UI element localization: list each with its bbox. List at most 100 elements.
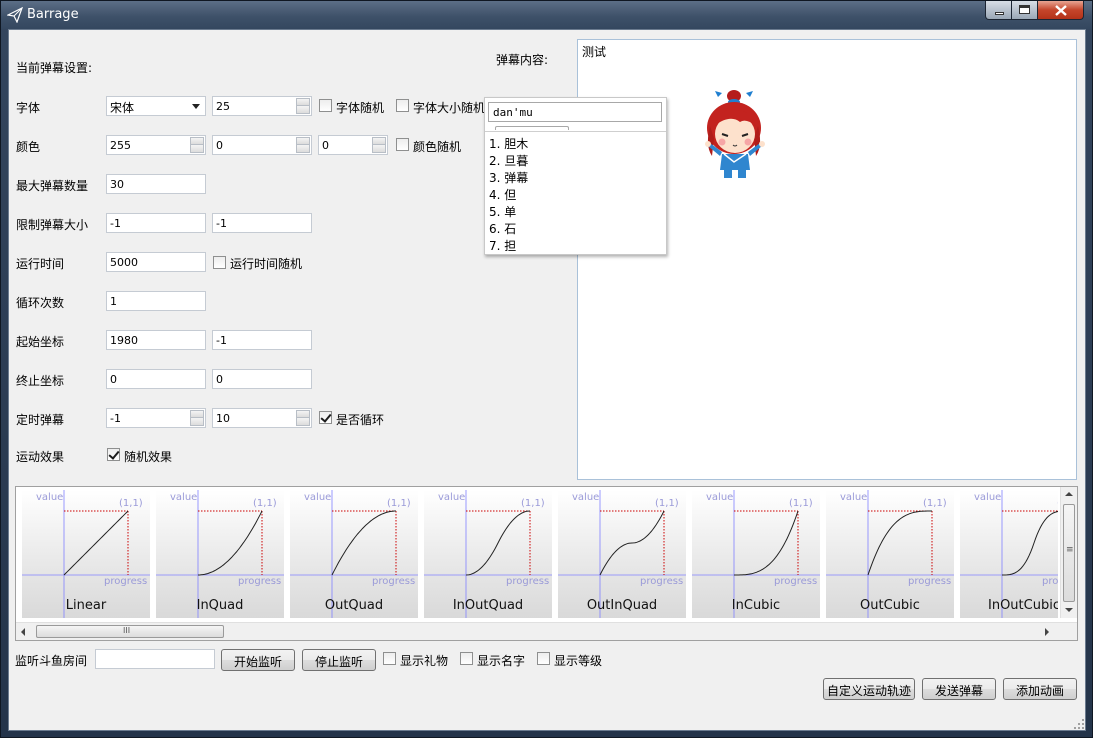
- show-name-checkbox[interactable]: [460, 652, 473, 665]
- timer-a-spinbox[interactable]: -1: [106, 408, 206, 428]
- easing-curve-line: [1002, 510, 1058, 576]
- start-listen-button[interactable]: 开始监听: [221, 649, 295, 671]
- show-gift-checkbox[interactable]: [383, 652, 396, 665]
- close-button[interactable]: [1038, 1, 1084, 20]
- resize-grip-icon[interactable]: [1073, 718, 1085, 730]
- show-level-label: 显示等级: [554, 654, 603, 668]
- ime-candidate[interactable]: 1. 胆木: [489, 135, 528, 152]
- color-random-checkbox[interactable]: [396, 138, 409, 151]
- easing-curve-card[interactable]: value (1,1) progress Linear: [22, 490, 150, 618]
- size-limit-height-input[interactable]: -1: [212, 213, 312, 233]
- easing-curve-line: [63, 510, 129, 576]
- easing-curve-viewport: value (1,1) progress Linear value (1,1) progre…: [22, 490, 1058, 618]
- minimize-button[interactable]: [985, 1, 1012, 20]
- easing-curve-card[interactable]: value (1,1) progress InQuad: [156, 490, 284, 618]
- show-name-label: 显示名字: [477, 654, 526, 668]
- horizontal-scroll-thumb[interactable]: III: [36, 625, 224, 638]
- scroll-up-arrow-icon[interactable]: [1065, 492, 1073, 496]
- spin-up-icon[interactable]: [296, 98, 310, 106]
- start-y-input[interactable]: -1: [212, 330, 312, 350]
- size-limit-width-value: -1: [110, 217, 121, 230]
- spin-up-icon[interactable]: [190, 137, 204, 145]
- ime-candidate[interactable]: 7. 担: [489, 237, 516, 254]
- axis-value-label: value: [36, 492, 63, 503]
- easing-curve-line: [599, 510, 665, 576]
- spin-up-icon[interactable]: [296, 410, 310, 418]
- spin-up-icon[interactable]: [190, 410, 204, 418]
- size-limit-width-input[interactable]: -1: [106, 213, 206, 233]
- size-limit-height-value: -1: [216, 217, 227, 230]
- ime-candidate-popup: dan'mu 1. 胆木 2. 旦暮 3. 弹幕 4. 但 5. 单 6. 石 …: [484, 97, 667, 255]
- loop-count-label: 循环次数: [16, 296, 65, 310]
- easing-curve-card[interactable]: value (1,1) progress InCubic: [692, 490, 820, 618]
- max-count-input[interactable]: 30: [106, 174, 206, 194]
- show-level-checkbox[interactable]: [537, 652, 550, 665]
- scroll-left-arrow-icon[interactable]: [21, 628, 25, 636]
- douyu-room-input[interactable]: [95, 649, 215, 669]
- title-bar[interactable]: Barrage: [1, 1, 1092, 29]
- is-loop-checkbox[interactable]: [319, 411, 332, 424]
- vertical-scrollbar[interactable]: ≡: [1060, 487, 1077, 618]
- font-family-select[interactable]: 宋体: [106, 96, 206, 116]
- add-animation-button[interactable]: 添加动画: [1003, 678, 1077, 700]
- vertical-scroll-thumb[interactable]: ≡: [1063, 504, 1075, 602]
- color-r-spinbox[interactable]: 255: [106, 135, 206, 155]
- color-b-spinbox[interactable]: 0: [318, 135, 388, 155]
- timer-b-spinbox[interactable]: 10: [212, 408, 312, 428]
- maximize-button[interactable]: [1012, 1, 1038, 20]
- easing-curve-card[interactable]: value (1,1) progress InOutCubic: [960, 490, 1058, 618]
- axis-value-label: value: [706, 492, 733, 503]
- font-random-checkbox[interactable]: [319, 99, 332, 112]
- spin-up-icon[interactable]: [296, 137, 310, 145]
- scroll-right-arrow-icon[interactable]: [1045, 628, 1049, 636]
- ime-candidate[interactable]: 2. 旦暮: [489, 152, 528, 169]
- run-time-random-label: 运行时间随机: [230, 257, 303, 271]
- easing-curve-card[interactable]: value (1,1) progress InOutQuad: [424, 490, 552, 618]
- easing-curve-line: [198, 510, 263, 576]
- spin-down-icon[interactable]: [296, 106, 310, 114]
- run-time-input[interactable]: 5000: [106, 252, 206, 272]
- end-y-input[interactable]: 0: [212, 369, 312, 389]
- spin-up-icon[interactable]: [372, 137, 386, 145]
- ime-candidate[interactable]: 5. 单: [489, 203, 516, 220]
- paper-plane-icon: [7, 7, 23, 23]
- font-size-spinbox[interactable]: 25: [212, 96, 312, 116]
- axis-value-label: value: [304, 492, 331, 503]
- app-window: Barrage 当前弹幕设置: 字体 宋体 25 字体随机 字体大小随机 颜色 …: [0, 0, 1093, 738]
- font-family-value: 宋体: [110, 101, 135, 115]
- spin-down-icon[interactable]: [190, 145, 204, 153]
- ime-candidate[interactable]: 4. 但: [489, 186, 516, 203]
- scroll-down-arrow-icon[interactable]: [1065, 608, 1073, 612]
- custom-trajectory-button[interactable]: 自定义运动轨迹: [823, 678, 915, 700]
- ime-composition-input: dan'mu: [488, 102, 662, 122]
- spin-down-icon[interactable]: [190, 418, 204, 426]
- spin-down-icon[interactable]: [372, 145, 386, 153]
- start-x-input[interactable]: 1980: [106, 330, 206, 350]
- max-count-value: 30: [110, 178, 124, 191]
- font-size-random-checkbox[interactable]: [396, 99, 409, 112]
- send-barrage-button[interactable]: 发送弹幕: [922, 678, 996, 700]
- end-x-input[interactable]: 0: [106, 369, 206, 389]
- timer-a-value: -1: [110, 412, 121, 425]
- axis-progress-label: progress: [372, 576, 415, 587]
- ime-candidate[interactable]: 6. 石: [489, 220, 516, 237]
- easing-curve-line: [331, 510, 396, 576]
- start-y-value: -1: [216, 334, 227, 347]
- color-g-spinbox[interactable]: 0: [212, 135, 312, 155]
- loop-count-input[interactable]: 1: [106, 291, 206, 311]
- end-x-value: 0: [110, 373, 117, 386]
- spin-down-icon[interactable]: [296, 145, 310, 153]
- spin-down-icon[interactable]: [296, 418, 310, 426]
- random-effect-checkbox[interactable]: [107, 448, 120, 461]
- run-time-random-checkbox[interactable]: [213, 256, 226, 269]
- stop-listen-button[interactable]: 停止监听: [302, 649, 376, 671]
- ime-candidate[interactable]: 3. 弹幕: [489, 169, 528, 186]
- axis-value-label: value: [974, 492, 1001, 503]
- font-size-random-label: 字体大小随机: [413, 101, 486, 115]
- douyu-room-label: 监听斗鱼房间: [15, 654, 88, 668]
- horizontal-scrollbar[interactable]: III: [16, 622, 1077, 640]
- easing-curve-list[interactable]: value (1,1) progress Linear value (1,1) progre…: [15, 486, 1078, 641]
- easing-curve-card[interactable]: value (1,1) progress OutInQuad: [558, 490, 686, 618]
- easing-curve-card[interactable]: value (1,1) progress OutQuad: [290, 490, 418, 618]
- easing-curve-card[interactable]: value (1,1) progress OutCubic: [826, 490, 954, 618]
